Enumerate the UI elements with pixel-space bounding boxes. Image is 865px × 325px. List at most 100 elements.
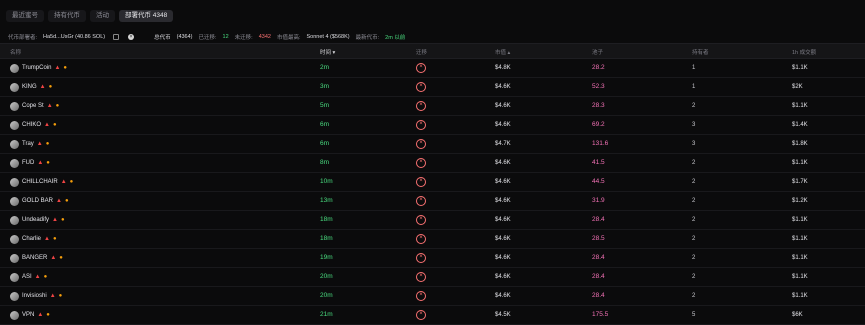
token-name-cell[interactable]: ASI ▲ ●: [10, 268, 47, 286]
col-name-header[interactable]: 名称: [10, 48, 21, 56]
token-pool: 28.3: [592, 102, 605, 109]
token-name: BANGER: [22, 255, 48, 261]
table-row[interactable]: KING ▲ ● 3m × $4.6K 52.3 1 $2K: [0, 78, 865, 97]
token-name-cell[interactable]: Invisioshi ▲ ●: [10, 287, 62, 305]
table-row[interactable]: Charlie ▲ ● 18m × $4.6K 28.5 2 $1.1K: [0, 230, 865, 249]
col-volume-header[interactable]: 1h 成交额: [792, 48, 816, 56]
deployer-address[interactable]: Ha5d...UsGr (40.86 SOL): [43, 34, 105, 40]
col-pool-header[interactable]: 池子: [592, 48, 603, 56]
tab-recent[interactable]: 最近蜜号: [6, 10, 44, 22]
token-name-cell[interactable]: Charlie ▲ ●: [10, 230, 57, 248]
not-migrated-icon: ×: [416, 234, 426, 244]
table-row[interactable]: Tray ▲ ● 6m × $4.7K 131.6 3 $1.8K: [0, 135, 865, 154]
token-name-cell[interactable]: FUD ▲ ●: [10, 154, 50, 172]
token-pool: 28.5: [592, 235, 605, 242]
token-name-cell[interactable]: CHIKO ▲ ●: [10, 116, 57, 134]
fire-icon: ●: [52, 122, 57, 128]
tab-deployed-tokens[interactable]: 部署代币 4348: [119, 10, 174, 22]
table-row[interactable]: BANGER ▲ ● 19m × $4.6K 28.4 2 $1.1K: [0, 249, 865, 268]
col-marketcap-header[interactable]: 市值 ▴: [495, 48, 510, 56]
token-marketcap: $4.6K: [495, 236, 511, 242]
close-icon[interactable]: ×: [128, 34, 135, 40]
token-volume: $6K: [792, 312, 803, 318]
token-name-cell[interactable]: TrumpCoin ▲ ●: [10, 59, 67, 77]
unmigrated-label: 未迁移:: [234, 35, 253, 41]
token-pool: 69.2: [592, 121, 605, 128]
deployer-label: 代币部署者:: [8, 35, 38, 41]
sort-desc-icon: ▾: [332, 50, 336, 56]
warning-icon: ▲: [44, 236, 50, 242]
not-migrated-icon: ×: [416, 253, 426, 263]
table-row[interactable]: TrumpCoin ▲ ● 2m × $4.8K 28.2 1 $1.1K: [0, 59, 865, 78]
token-name-cell[interactable]: CHILLCHAIR ▲ ●: [10, 173, 73, 191]
table-row[interactable]: Undeadify ▲ ● 18m × $4.6K 28.4 2 $1.1K: [0, 211, 865, 230]
warning-icon: ▲: [44, 122, 50, 128]
token-marketcap: $4.6K: [495, 103, 511, 109]
col-holders-header[interactable]: 持有者: [692, 48, 709, 56]
token-avatar: [10, 253, 19, 263]
token-age: 3m: [320, 83, 330, 90]
token-name-cell[interactable]: Undeadify ▲ ●: [10, 211, 65, 229]
token-name-cell[interactable]: Tray ▲ ●: [10, 135, 49, 153]
token-pool: 28.4: [592, 292, 605, 299]
token-age: 19m: [320, 254, 333, 261]
token-age: 6m: [320, 140, 330, 147]
token-name-cell[interactable]: GOLD BAR ▲ ●: [10, 192, 69, 210]
latest-token-label: 最新代币:: [355, 35, 380, 41]
token-holders: 1: [692, 84, 696, 90]
table-row[interactable]: ASI ▲ ● 20m × $4.6K 28.4 2 $1.1K: [0, 268, 865, 287]
token-name-cell[interactable]: BANGER ▲ ●: [10, 249, 63, 267]
token-volume: $1.1K: [792, 255, 808, 261]
token-avatar: [10, 234, 19, 244]
table-row[interactable]: Invisioshi ▲ ● 20m × $4.6K 28.4 2 $1.1K: [0, 287, 865, 306]
token-name: KING: [22, 84, 37, 90]
token-name: Invisioshi: [22, 293, 47, 299]
table-row[interactable]: CHIKO ▲ ● 6m × $4.6K 69.2 3 $1.4K: [0, 116, 865, 135]
table-row[interactable]: VPN ▲ ● 21m × $4.5K 175.5 5 $6K: [0, 306, 865, 325]
token-age: 21m: [320, 311, 333, 318]
not-migrated-icon: ×: [416, 215, 426, 225]
table-row[interactable]: GOLD BAR ▲ ● 13m × $4.6K 31.9 2 $1.2K: [0, 192, 865, 211]
tab-activity[interactable]: 活动: [90, 10, 115, 22]
token-pool: 28.4: [592, 254, 605, 261]
fire-icon: ●: [60, 217, 65, 223]
sort-icon: ▴: [507, 50, 511, 56]
token-marketcap: $4.6K: [495, 160, 511, 166]
table-row[interactable]: CHILLCHAIR ▲ ● 10m × $4.6K 44.5 2 $1.7K: [0, 173, 865, 192]
token-name: Cope St: [22, 103, 44, 109]
col-time-header[interactable]: 时间 ▾: [320, 48, 335, 56]
col-time-label: 时间: [320, 50, 332, 56]
copy-icon[interactable]: [113, 34, 120, 40]
total-tokens-value: (4364): [176, 34, 193, 40]
col-migrated-header[interactable]: 迁移: [416, 48, 427, 56]
token-name: CHILLCHAIR: [22, 179, 58, 185]
warning-icon: ▲: [37, 160, 44, 166]
tab-holdings[interactable]: 持有代币: [48, 10, 86, 22]
warning-icon: ▲: [56, 198, 62, 204]
not-migrated-icon: ×: [416, 177, 426, 187]
table-row[interactable]: Cope St ▲ ● 5m × $4.6K 28.3 2 $1.1K: [0, 97, 865, 116]
table-row[interactable]: FUD ▲ ● 8m × $4.6K 41.5 2 $1.1K: [0, 154, 865, 173]
not-migrated-icon: ×: [416, 82, 426, 92]
warning-icon: ▲: [50, 255, 57, 261]
not-migrated-icon: ×: [416, 196, 426, 206]
token-avatar: [10, 120, 19, 130]
fire-icon: ●: [52, 236, 57, 242]
token-volume: $1.4K: [792, 122, 808, 128]
token-volume: $1.1K: [792, 65, 808, 71]
token-volume: $1.7K: [792, 179, 808, 185]
token-name-cell[interactable]: VPN ▲ ●: [10, 306, 50, 324]
token-holders: 2: [692, 160, 696, 166]
token-name: ASI: [22, 274, 32, 280]
token-name-cell[interactable]: Cope St ▲ ●: [10, 97, 59, 115]
token-volume: $1.1K: [792, 160, 808, 166]
token-pool: 28.2: [592, 64, 605, 71]
token-name-cell[interactable]: KING ▲ ●: [10, 78, 52, 96]
token-name: FUD: [22, 160, 35, 166]
fire-icon: ●: [46, 160, 50, 166]
tab-bar: 最近蜜号 持有代币 活动 部署代币 4348: [6, 10, 174, 22]
fire-icon: ●: [58, 293, 63, 299]
token-holders: 5: [692, 312, 696, 318]
warning-icon: ▲: [49, 293, 56, 299]
not-migrated-icon: ×: [416, 291, 426, 301]
